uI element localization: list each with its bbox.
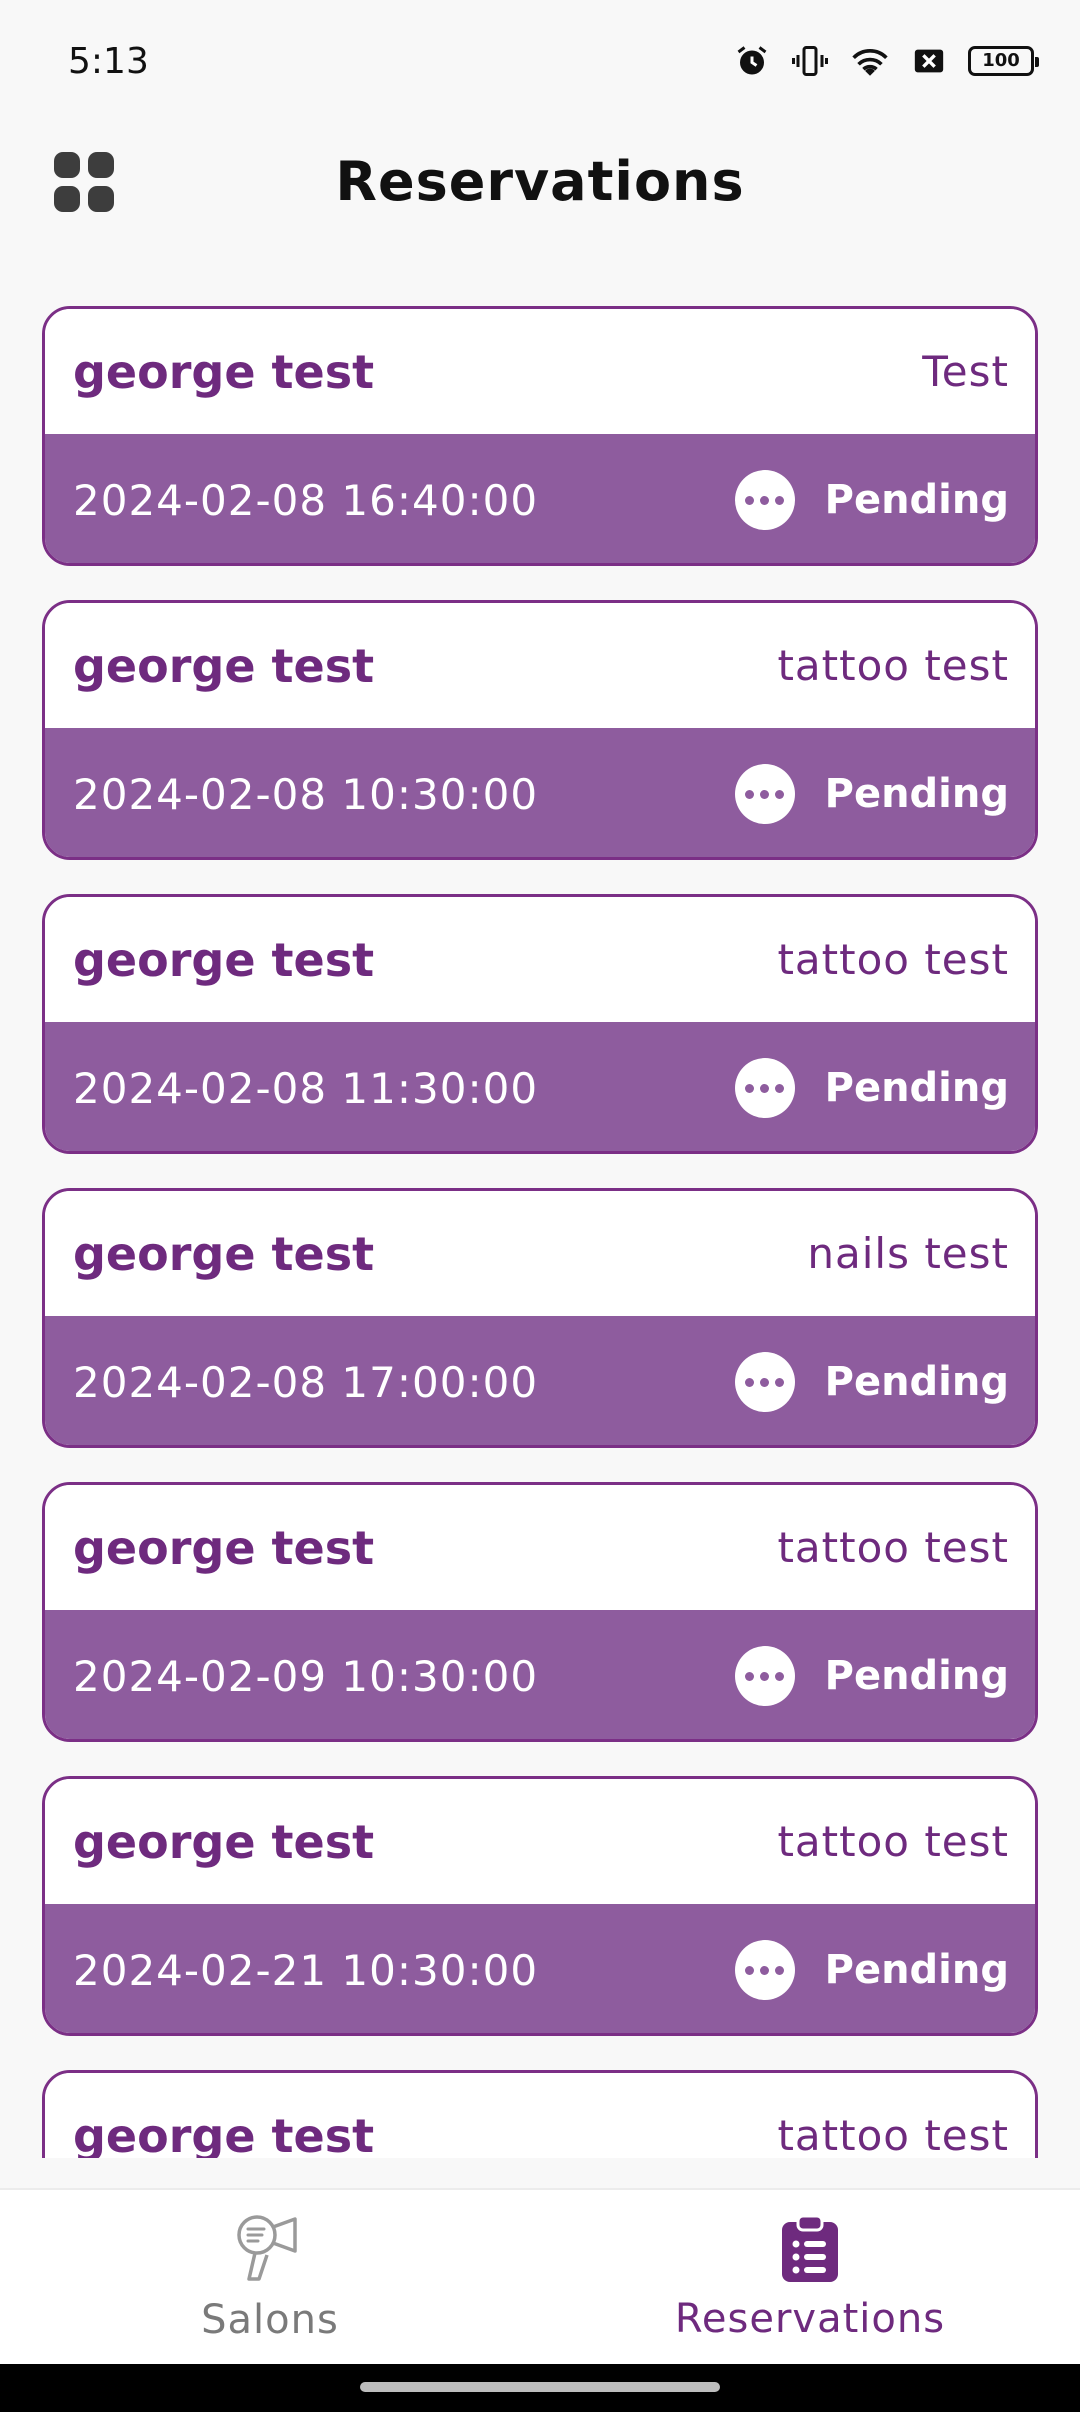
nav-item-salons[interactable]: Salons bbox=[0, 2190, 540, 2366]
reservation-status: Pending bbox=[734, 764, 1009, 824]
service-name: tattoo test bbox=[777, 641, 1009, 690]
grid-dot bbox=[54, 152, 80, 178]
card-header: george test tattoo test bbox=[45, 2073, 1035, 2158]
card-footer: 2024-02-21 10:30:00 Pending bbox=[45, 1904, 1035, 2033]
reservation-card[interactable]: george test nails test 2024-02-08 17:00:… bbox=[42, 1188, 1038, 1448]
reservation-datetime: 2024-02-08 16:40:00 bbox=[73, 475, 539, 525]
customer-name: george test bbox=[73, 2108, 375, 2159]
grid-dot bbox=[54, 186, 80, 212]
customer-name: george test bbox=[73, 1226, 375, 1281]
vibrate-icon bbox=[792, 43, 828, 79]
clipboard-list-icon bbox=[780, 2214, 840, 2288]
system-gesture-bar bbox=[0, 2364, 1080, 2412]
reservation-status: Pending bbox=[734, 470, 1009, 530]
reservation-list[interactable]: george test Test 2024-02-08 16:40:00 Pen… bbox=[42, 306, 1038, 2158]
grid-dot bbox=[88, 152, 114, 178]
screen: 5:13 100 Reservations george test Test 2… bbox=[0, 0, 1080, 2412]
reservation-card[interactable]: george test Test 2024-02-08 16:40:00 Pen… bbox=[42, 306, 1038, 566]
card-header: george test tattoo test bbox=[45, 1485, 1035, 1610]
status-label: Pending bbox=[824, 1065, 1009, 1111]
bottom-navigation: Salons Reservations bbox=[0, 2188, 1080, 2364]
more-horizontal-icon bbox=[734, 1646, 795, 1706]
reservation-card[interactable]: george test tattoo test 2024-02-09 10:30… bbox=[42, 1482, 1038, 1742]
reservation-datetime: 2024-02-08 17:00:00 bbox=[73, 1357, 539, 1407]
nav-label-salons: Salons bbox=[201, 2297, 339, 2343]
reservation-card[interactable]: george test tattoo test 2024-02-21 10:30… bbox=[42, 1776, 1038, 2036]
card-footer: 2024-02-08 16:40:00 Pending bbox=[45, 434, 1035, 563]
customer-name: george test bbox=[73, 638, 375, 693]
service-name: tattoo test bbox=[777, 1817, 1009, 1866]
card-header: george test tattoo test bbox=[45, 897, 1035, 1022]
status-bar: 5:13 100 bbox=[0, 0, 1080, 122]
status-icons: 100 bbox=[734, 43, 1039, 79]
card-footer: 2024-02-08 10:30:00 Pending bbox=[45, 728, 1035, 857]
more-horizontal-icon bbox=[734, 764, 795, 824]
customer-name: george test bbox=[73, 1520, 375, 1575]
status-label: Pending bbox=[824, 771, 1009, 817]
reservation-card[interactable]: george test tattoo test bbox=[42, 2070, 1038, 2158]
service-name: tattoo test bbox=[777, 2111, 1009, 2158]
more-horizontal-icon bbox=[734, 1058, 795, 1118]
more-horizontal-icon bbox=[734, 1940, 795, 2000]
reservation-datetime: 2024-02-08 10:30:00 bbox=[73, 769, 539, 819]
service-name: nails test bbox=[807, 1229, 1009, 1278]
reservation-datetime: 2024-02-21 10:30:00 bbox=[73, 1945, 539, 1995]
status-label: Pending bbox=[824, 477, 1009, 523]
service-name: tattoo test bbox=[777, 1523, 1009, 1572]
card-header: george test tattoo test bbox=[45, 1779, 1035, 1904]
status-time: 5:13 bbox=[68, 40, 149, 82]
reservation-status: Pending bbox=[734, 1058, 1009, 1118]
card-footer: 2024-02-08 17:00:00 Pending bbox=[45, 1316, 1035, 1445]
status-label: Pending bbox=[824, 1653, 1009, 1699]
reservation-datetime: 2024-02-09 10:30:00 bbox=[73, 1651, 539, 1701]
reservation-status: Pending bbox=[734, 1940, 1009, 2000]
more-horizontal-icon bbox=[734, 470, 795, 530]
page-title: Reservations bbox=[335, 149, 745, 213]
customer-name: george test bbox=[73, 1814, 375, 1869]
card-footer: 2024-02-08 11:30:00 Pending bbox=[45, 1022, 1035, 1151]
customer-name: george test bbox=[73, 344, 375, 399]
menu-grid-button[interactable] bbox=[54, 152, 114, 212]
service-name: Test bbox=[922, 347, 1009, 396]
card-header: george test Test bbox=[45, 309, 1035, 434]
app-bar: Reservations bbox=[0, 122, 1080, 240]
service-name: tattoo test bbox=[777, 935, 1009, 984]
reservation-status: Pending bbox=[734, 1352, 1009, 1412]
more-horizontal-icon bbox=[734, 1352, 795, 1412]
alarm-icon bbox=[734, 43, 770, 79]
reservation-card[interactable]: george test tattoo test 2024-02-08 11:30… bbox=[42, 894, 1038, 1154]
grid-dot bbox=[88, 186, 114, 212]
card-header: george test tattoo test bbox=[45, 603, 1035, 728]
card-header: george test nails test bbox=[45, 1191, 1035, 1316]
no-sim-icon bbox=[912, 44, 946, 78]
card-footer: 2024-02-09 10:30:00 Pending bbox=[45, 1610, 1035, 1739]
customer-name: george test bbox=[73, 932, 375, 987]
nav-label-reservations: Reservations bbox=[674, 2296, 946, 2342]
reservation-datetime: 2024-02-08 11:30:00 bbox=[73, 1063, 539, 1113]
wifi-icon bbox=[850, 43, 890, 79]
nav-item-reservations[interactable]: Reservations bbox=[540, 2190, 1080, 2366]
hair-dryer-icon bbox=[233, 2213, 307, 2289]
reservation-status: Pending bbox=[734, 1646, 1009, 1706]
battery-icon: 100 bbox=[968, 46, 1039, 76]
home-gesture-handle[interactable] bbox=[360, 2382, 720, 2392]
reservation-card[interactable]: george test tattoo test 2024-02-08 10:30… bbox=[42, 600, 1038, 860]
status-label: Pending bbox=[824, 1947, 1009, 1993]
status-label: Pending bbox=[824, 1359, 1009, 1405]
